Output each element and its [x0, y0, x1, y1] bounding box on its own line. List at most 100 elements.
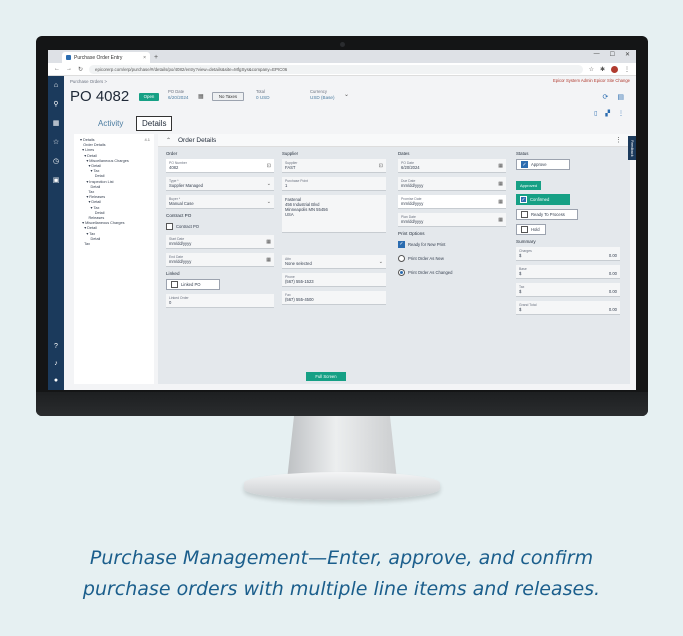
- plan-date-field[interactable]: Plan Date mm/dd/yyyy ▦: [398, 213, 506, 227]
- attachment-icon[interactable]: ▞: [605, 110, 610, 117]
- checkbox-box[interactable]: [171, 281, 178, 288]
- extensions-icon[interactable]: ✱: [600, 66, 605, 73]
- radio-button[interactable]: [398, 254, 405, 262]
- phone-field[interactable]: Phone (567) 555-1523: [282, 273, 386, 287]
- checkbox-checked[interactable]: ✓: [521, 161, 528, 168]
- radio-button-selected[interactable]: [398, 268, 405, 276]
- browser-menu-icon[interactable]: ⋮: [624, 66, 630, 73]
- browser-tab-title: Purchase Order Entry: [74, 54, 123, 61]
- confirmed-checkbox[interactable]: ✓ Confirmed: [516, 194, 570, 205]
- tree-item[interactable]: Tax: [80, 242, 150, 247]
- status-column: Status ✓ Approve Approved ✓ Confirmed Re…: [516, 151, 620, 319]
- star-icon[interactable]: ☆: [589, 66, 594, 73]
- ready-new-print-label: Ready for New Print: [408, 241, 446, 247]
- po-number-field[interactable]: PO Number 4082 ⊡: [166, 159, 274, 173]
- full-screen-button[interactable]: Full Screen: [306, 372, 346, 381]
- refresh-icon[interactable]: ⟳: [603, 93, 609, 101]
- chevron-down-icon[interactable]: ⌄: [267, 181, 271, 187]
- po-date-field[interactable]: PO Date 6/20/2024 ▦: [398, 159, 506, 173]
- calendar-icon[interactable]: ▦: [498, 199, 503, 205]
- reload-icon[interactable]: ↻: [78, 66, 83, 73]
- panel-more-icon[interactable]: ⋮: [615, 136, 622, 144]
- fax-field[interactable]: Fax (567) 555-4500: [282, 291, 386, 305]
- attn-field[interactable]: Attn None selected ⌄: [282, 255, 386, 269]
- type-field[interactable]: Type * Supplier Managed ⌄: [166, 177, 274, 191]
- search-icon[interactable]: ⚲: [53, 101, 58, 108]
- type-value: Supplier Managed: [169, 183, 203, 188]
- save-icon[interactable]: ▤: [617, 93, 624, 101]
- calendar-icon[interactable]: ▦: [498, 163, 503, 169]
- currency-chevron-down-icon[interactable]: ⌄: [344, 91, 349, 98]
- no-taxes-button[interactable]: No Taxes: [212, 92, 244, 101]
- chevron-down-icon[interactable]: ⌄: [267, 199, 271, 205]
- hold-checkbox[interactable]: Hold: [516, 224, 546, 235]
- panel-header: ⌃ Order Details ⋮: [158, 134, 630, 147]
- checkbox-box[interactable]: [521, 211, 528, 218]
- purchase-point-field[interactable]: Purchase Point 1: [282, 177, 386, 191]
- new-document-icon[interactable]: ▯: [594, 110, 597, 117]
- print-as-new-radio[interactable]: Print Order As New: [398, 253, 506, 263]
- print-as-changed-radio[interactable]: Print Order As Changed: [398, 267, 506, 277]
- favorites-icon[interactable]: ☆: [53, 139, 59, 146]
- home-icon[interactable]: ⌂: [54, 82, 58, 89]
- chevron-down-icon[interactable]: ⌄: [379, 259, 383, 265]
- close-window-button[interactable]: ✕: [625, 51, 630, 58]
- calendar-icon[interactable]: ▦: [266, 239, 271, 245]
- forward-arrow-icon[interactable]: →: [66, 66, 72, 72]
- ready-to-process-checkbox[interactable]: Ready To Process: [516, 209, 578, 220]
- tab-activity[interactable]: Activity: [98, 119, 123, 128]
- apps-grid-icon[interactable]: ▦: [53, 120, 60, 127]
- collapse-chevron-icon[interactable]: ⌃: [166, 137, 171, 144]
- end-date-field[interactable]: End Date mm/dd/yyyy ▦: [166, 253, 274, 267]
- summary-value: 0.00: [608, 289, 617, 294]
- checkbox-checked[interactable]: ✓: [520, 196, 527, 203]
- confirmed-label: Confirmed: [530, 197, 550, 202]
- phone-value: (567) 555-1523: [285, 279, 314, 284]
- calendar-icon[interactable]: ▦: [498, 181, 503, 187]
- tab-close-icon[interactable]: ×: [143, 55, 146, 61]
- user-site-info[interactable]: Epicor System Admin Epicor Site Change: [553, 78, 630, 83]
- lookup-icon[interactable]: ⊡: [379, 163, 383, 169]
- supplier-address: Fastenal 456 Industrial Blvd Minneapolis…: [282, 195, 386, 233]
- checkbox-checked[interactable]: ✓: [398, 240, 405, 248]
- start-date-field[interactable]: Start Date mm/dd/yyyy ▦: [166, 235, 274, 249]
- summary-row: $0.00: [519, 289, 617, 294]
- ready-to-process-label: Ready To Process: [531, 212, 565, 217]
- maximize-button[interactable]: ☐: [610, 51, 615, 58]
- header-po-date-label: PO Date: [168, 89, 185, 94]
- supplier-field[interactable]: Supplier FAST ⊡: [282, 159, 386, 173]
- order-details-panel: ⌃ Order Details ⋮ Feedback Order PO Numb…: [158, 134, 636, 384]
- minimize-button[interactable]: —: [594, 51, 600, 58]
- header-currency: Currency USD (Base): [310, 89, 335, 100]
- notifications-icon[interactable]: ♪: [54, 360, 58, 367]
- checkbox-box[interactable]: [521, 226, 528, 233]
- ready-new-print-checkbox[interactable]: ✓ Ready for New Print: [398, 239, 506, 249]
- back-arrow-icon[interactable]: ←: [54, 66, 60, 72]
- breadcrumb[interactable]: Purchase Orders >: [70, 79, 107, 84]
- history-icon[interactable]: ◷: [53, 158, 59, 165]
- lookup-icon[interactable]: ⊡: [267, 163, 271, 169]
- caption: Purchase Management—Enter, approve, and …: [0, 543, 683, 605]
- address-bar[interactable]: epicorerp.com/erp/purchase/#/details/po/…: [89, 64, 583, 74]
- profile-avatar[interactable]: [611, 65, 618, 73]
- calendar-icon[interactable]: ▦: [498, 217, 503, 223]
- approve-checkbox[interactable]: ✓ Approve: [516, 159, 570, 170]
- fax-value: (567) 555-4500: [285, 297, 314, 302]
- overflow-menu-icon[interactable]: ⋮: [618, 110, 624, 117]
- tab-details[interactable]: Details: [136, 116, 173, 131]
- help-icon[interactable]: ?: [54, 343, 58, 350]
- buyer-field[interactable]: Buyer * Manual Case ⌄: [166, 195, 274, 209]
- contract-po-checkbox[interactable]: Contract PO: [166, 221, 274, 231]
- promise-date-field[interactable]: Promise Date mm/dd/yyyy ▦: [398, 195, 506, 209]
- linked-po-checkbox[interactable]: Linked PO: [166, 279, 220, 290]
- feedback-tab[interactable]: Feedback: [628, 136, 636, 160]
- browser-tab[interactable]: Purchase Order Entry ×: [62, 52, 150, 63]
- user-icon[interactable]: ●: [54, 377, 58, 384]
- dashboard-icon[interactable]: ▣: [53, 177, 60, 184]
- calendar-icon[interactable]: ▦: [266, 257, 271, 263]
- calendar-icon[interactable]: ▦: [198, 93, 204, 100]
- new-tab-button[interactable]: +: [154, 52, 158, 63]
- checkbox-box[interactable]: [166, 222, 173, 230]
- due-date-field[interactable]: Due Date mm/dd/yyyy ▦: [398, 177, 506, 191]
- linked-order-field[interactable]: Linked Order 0: [166, 294, 274, 308]
